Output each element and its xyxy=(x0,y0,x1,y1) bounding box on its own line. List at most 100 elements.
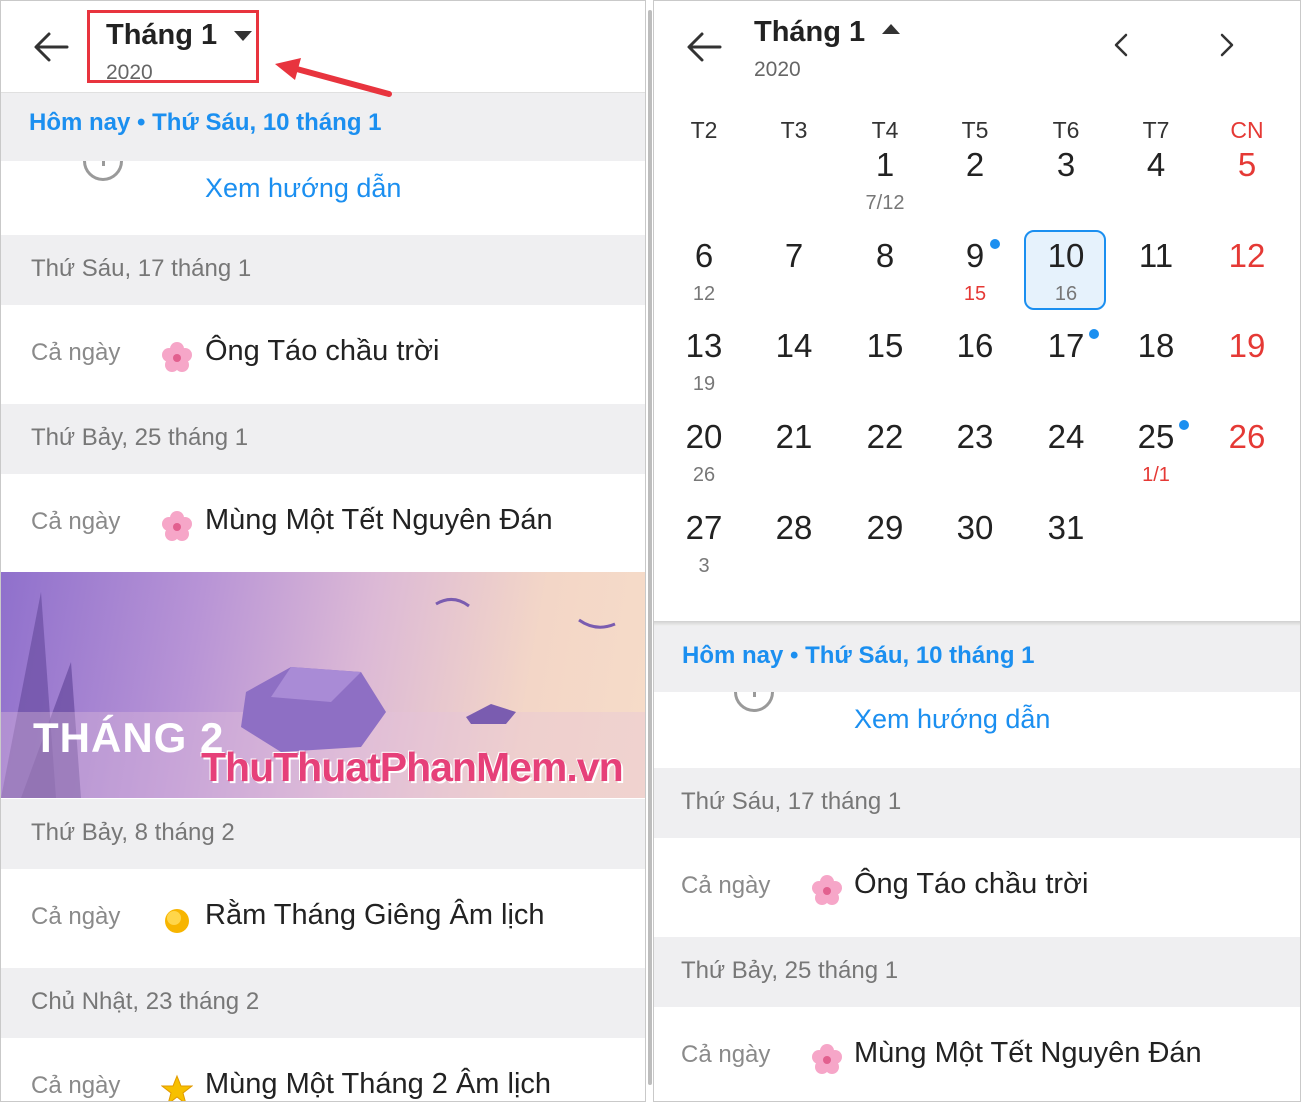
flower-icon xyxy=(812,1044,842,1074)
event-row[interactable]: Cả ngày Mùng Một Tháng 2 Âm lịch xyxy=(1,1038,645,1101)
day-number: 22 xyxy=(866,418,904,455)
scrollbar[interactable] xyxy=(648,10,652,1085)
event-row[interactable]: Cả ngày Ông Táo chầu trời xyxy=(654,838,1300,937)
event-row[interactable]: Cả ngày Mùng Một Tết Nguyên Đán xyxy=(1,474,645,573)
day-number: 18 xyxy=(1137,327,1175,364)
lunar-date: 16 xyxy=(1054,283,1078,305)
day-number: 4 xyxy=(1146,146,1166,183)
day-number: 28 xyxy=(775,509,813,546)
day-number: 19 xyxy=(1228,327,1266,364)
clock-icon xyxy=(734,692,774,712)
allday-label: Cả ngày xyxy=(31,1072,121,1099)
day-cell[interactable]: 4 xyxy=(1111,138,1201,228)
previous-month-icon[interactable] xyxy=(1106,25,1136,65)
day-cell[interactable]: 21 xyxy=(749,410,839,500)
event-title: Ông Táo chầu trời xyxy=(205,335,440,367)
back-arrow-icon[interactable] xyxy=(684,27,724,67)
day-cell[interactable]: 13 19 xyxy=(659,319,749,409)
event-row[interactable]: Cả ngày Rằm Tháng Giêng Âm lịch xyxy=(1,869,645,968)
month-title: Tháng 1 xyxy=(754,16,866,48)
allday-label: Cả ngày xyxy=(681,1041,771,1068)
guide-link[interactable]: Xem hướng dẫn xyxy=(205,173,401,204)
day-cell[interactable]: 8 xyxy=(840,229,930,319)
day-cell[interactable]: 15 xyxy=(840,319,930,409)
day-number: 9 xyxy=(965,237,985,274)
top-app-bar: Tháng 1 2020 xyxy=(654,1,1300,93)
today-bar: Hôm nay • Thứ Sáu, 10 tháng 1 xyxy=(654,626,1300,692)
day-cell[interactable]: 28 xyxy=(749,501,839,591)
day-cell[interactable]: 22 xyxy=(840,410,930,500)
guide-link[interactable]: Xem hướng dẫn xyxy=(854,704,1050,735)
day-cell[interactable]: 25 1/1 xyxy=(1111,410,1201,500)
event-row[interactable]: Cả ngày Ông Táo chầu trời xyxy=(1,305,645,404)
date-header: Chủ Nhật, 23 tháng 2 xyxy=(1,968,645,1038)
month-title: Tháng 1 xyxy=(106,19,218,51)
day-cell[interactable]: 19 xyxy=(1202,319,1292,409)
day-cell[interactable]: 12 xyxy=(1202,229,1292,319)
month-selector[interactable]: Tháng 1 2020 xyxy=(738,10,910,83)
next-month-icon[interactable] xyxy=(1212,25,1242,65)
lunar-date: 12 xyxy=(692,283,716,305)
day-cell[interactable]: 17 xyxy=(1021,319,1111,409)
weekday-header: T2 xyxy=(690,117,718,143)
day-number: 29 xyxy=(866,509,904,546)
day-number: 26 xyxy=(1228,418,1266,455)
dropdown-caret-icon xyxy=(234,31,252,41)
day-cell[interactable]: 24 xyxy=(1021,410,1111,500)
day-number: 21 xyxy=(775,418,813,455)
day-cell[interactable]: 26 xyxy=(1202,410,1292,500)
day-cell[interactable]: 11 xyxy=(1111,229,1201,319)
day-cell[interactable]: 16 xyxy=(930,319,1020,409)
month-calendar-grid: T2 T3 T4 T5 T6 T7 CN 1 7/12 2 3 4 5 6 12 7 8 9 15 10 16 11 12 1… xyxy=(654,93,1300,621)
day-cell[interactable]: 2 xyxy=(930,138,1020,228)
calendar-pane: Tháng 1 2020 T2 T3 T4 T5 T6 T7 CN 1 7/12 2 3 4 5 6 12 7… xyxy=(653,0,1301,1102)
event-title: Rằm Tháng Giêng Âm lịch xyxy=(205,899,545,931)
date-header-label: Thứ Bảy, 25 tháng 1 xyxy=(31,424,249,451)
allday-label: Cả ngày xyxy=(681,872,771,899)
day-cell[interactable]: 27 3 xyxy=(659,501,749,591)
date-header-label: Chủ Nhật, 23 tháng 2 xyxy=(31,988,260,1015)
month-selector[interactable]: Tháng 1 2020 xyxy=(87,10,259,84)
day-number: 13 xyxy=(685,327,723,364)
date-header: Thứ Sáu, 17 tháng 1 xyxy=(654,768,1300,838)
day-number: 20 xyxy=(685,418,723,455)
day-cell-selected[interactable]: 10 16 xyxy=(1021,229,1111,319)
day-number: 1 xyxy=(875,146,895,183)
event-title: Mùng Một Tháng 2 Âm lịch xyxy=(205,1068,552,1100)
allday-label: Cả ngày xyxy=(31,508,121,535)
day-number: 27 xyxy=(685,509,723,546)
today-label: Hôm nay • Thứ Sáu, 10 tháng 1 xyxy=(29,109,382,136)
date-header-label: Thứ Sáu, 17 tháng 1 xyxy=(681,788,902,815)
day-cell[interactable]: 30 xyxy=(930,501,1020,591)
sun-icon xyxy=(165,909,189,933)
date-header-label: Thứ Sáu, 17 tháng 1 xyxy=(31,255,252,282)
day-number: 7 xyxy=(784,237,804,274)
date-header: Thứ Bảy, 25 tháng 1 xyxy=(1,404,645,474)
day-cell[interactable]: 7 xyxy=(749,229,839,319)
day-cell[interactable]: 5 xyxy=(1202,138,1292,228)
day-number: 8 xyxy=(875,237,895,274)
date-header: Thứ Bảy, 25 tháng 1 xyxy=(654,937,1300,1007)
allday-label: Cả ngày xyxy=(31,339,121,366)
year-label: 2020 xyxy=(754,58,801,81)
day-number: 30 xyxy=(956,509,994,546)
back-arrow-icon[interactable] xyxy=(31,27,71,67)
day-cell[interactable]: 23 xyxy=(930,410,1020,500)
day-cell[interactable]: 6 12 xyxy=(659,229,749,319)
day-cell[interactable]: 9 15 xyxy=(930,229,1020,319)
day-cell[interactable]: 20 26 xyxy=(659,410,749,500)
watermark: ThuThuatPhanMem.vn xyxy=(201,744,624,790)
day-cell[interactable]: 31 xyxy=(1021,501,1111,591)
day-number: 3 xyxy=(1056,146,1076,183)
day-cell[interactable]: 29 xyxy=(840,501,930,591)
allday-label: Cả ngày xyxy=(31,903,121,930)
day-cell[interactable]: 3 xyxy=(1021,138,1111,228)
day-number: 31 xyxy=(1047,509,1085,546)
day-cell[interactable]: 1 7/12 xyxy=(840,138,930,228)
event-row[interactable]: Cả ngày Mùng Một Tết Nguyên Đán xyxy=(654,1007,1300,1101)
day-cell[interactable]: 18 xyxy=(1111,319,1201,409)
lunar-date: 19 xyxy=(692,373,716,395)
day-cell[interactable]: 14 xyxy=(749,319,839,409)
lunar-date: 7/12 xyxy=(865,192,905,214)
date-header: Thứ Bảy, 8 tháng 2 xyxy=(1,799,645,869)
